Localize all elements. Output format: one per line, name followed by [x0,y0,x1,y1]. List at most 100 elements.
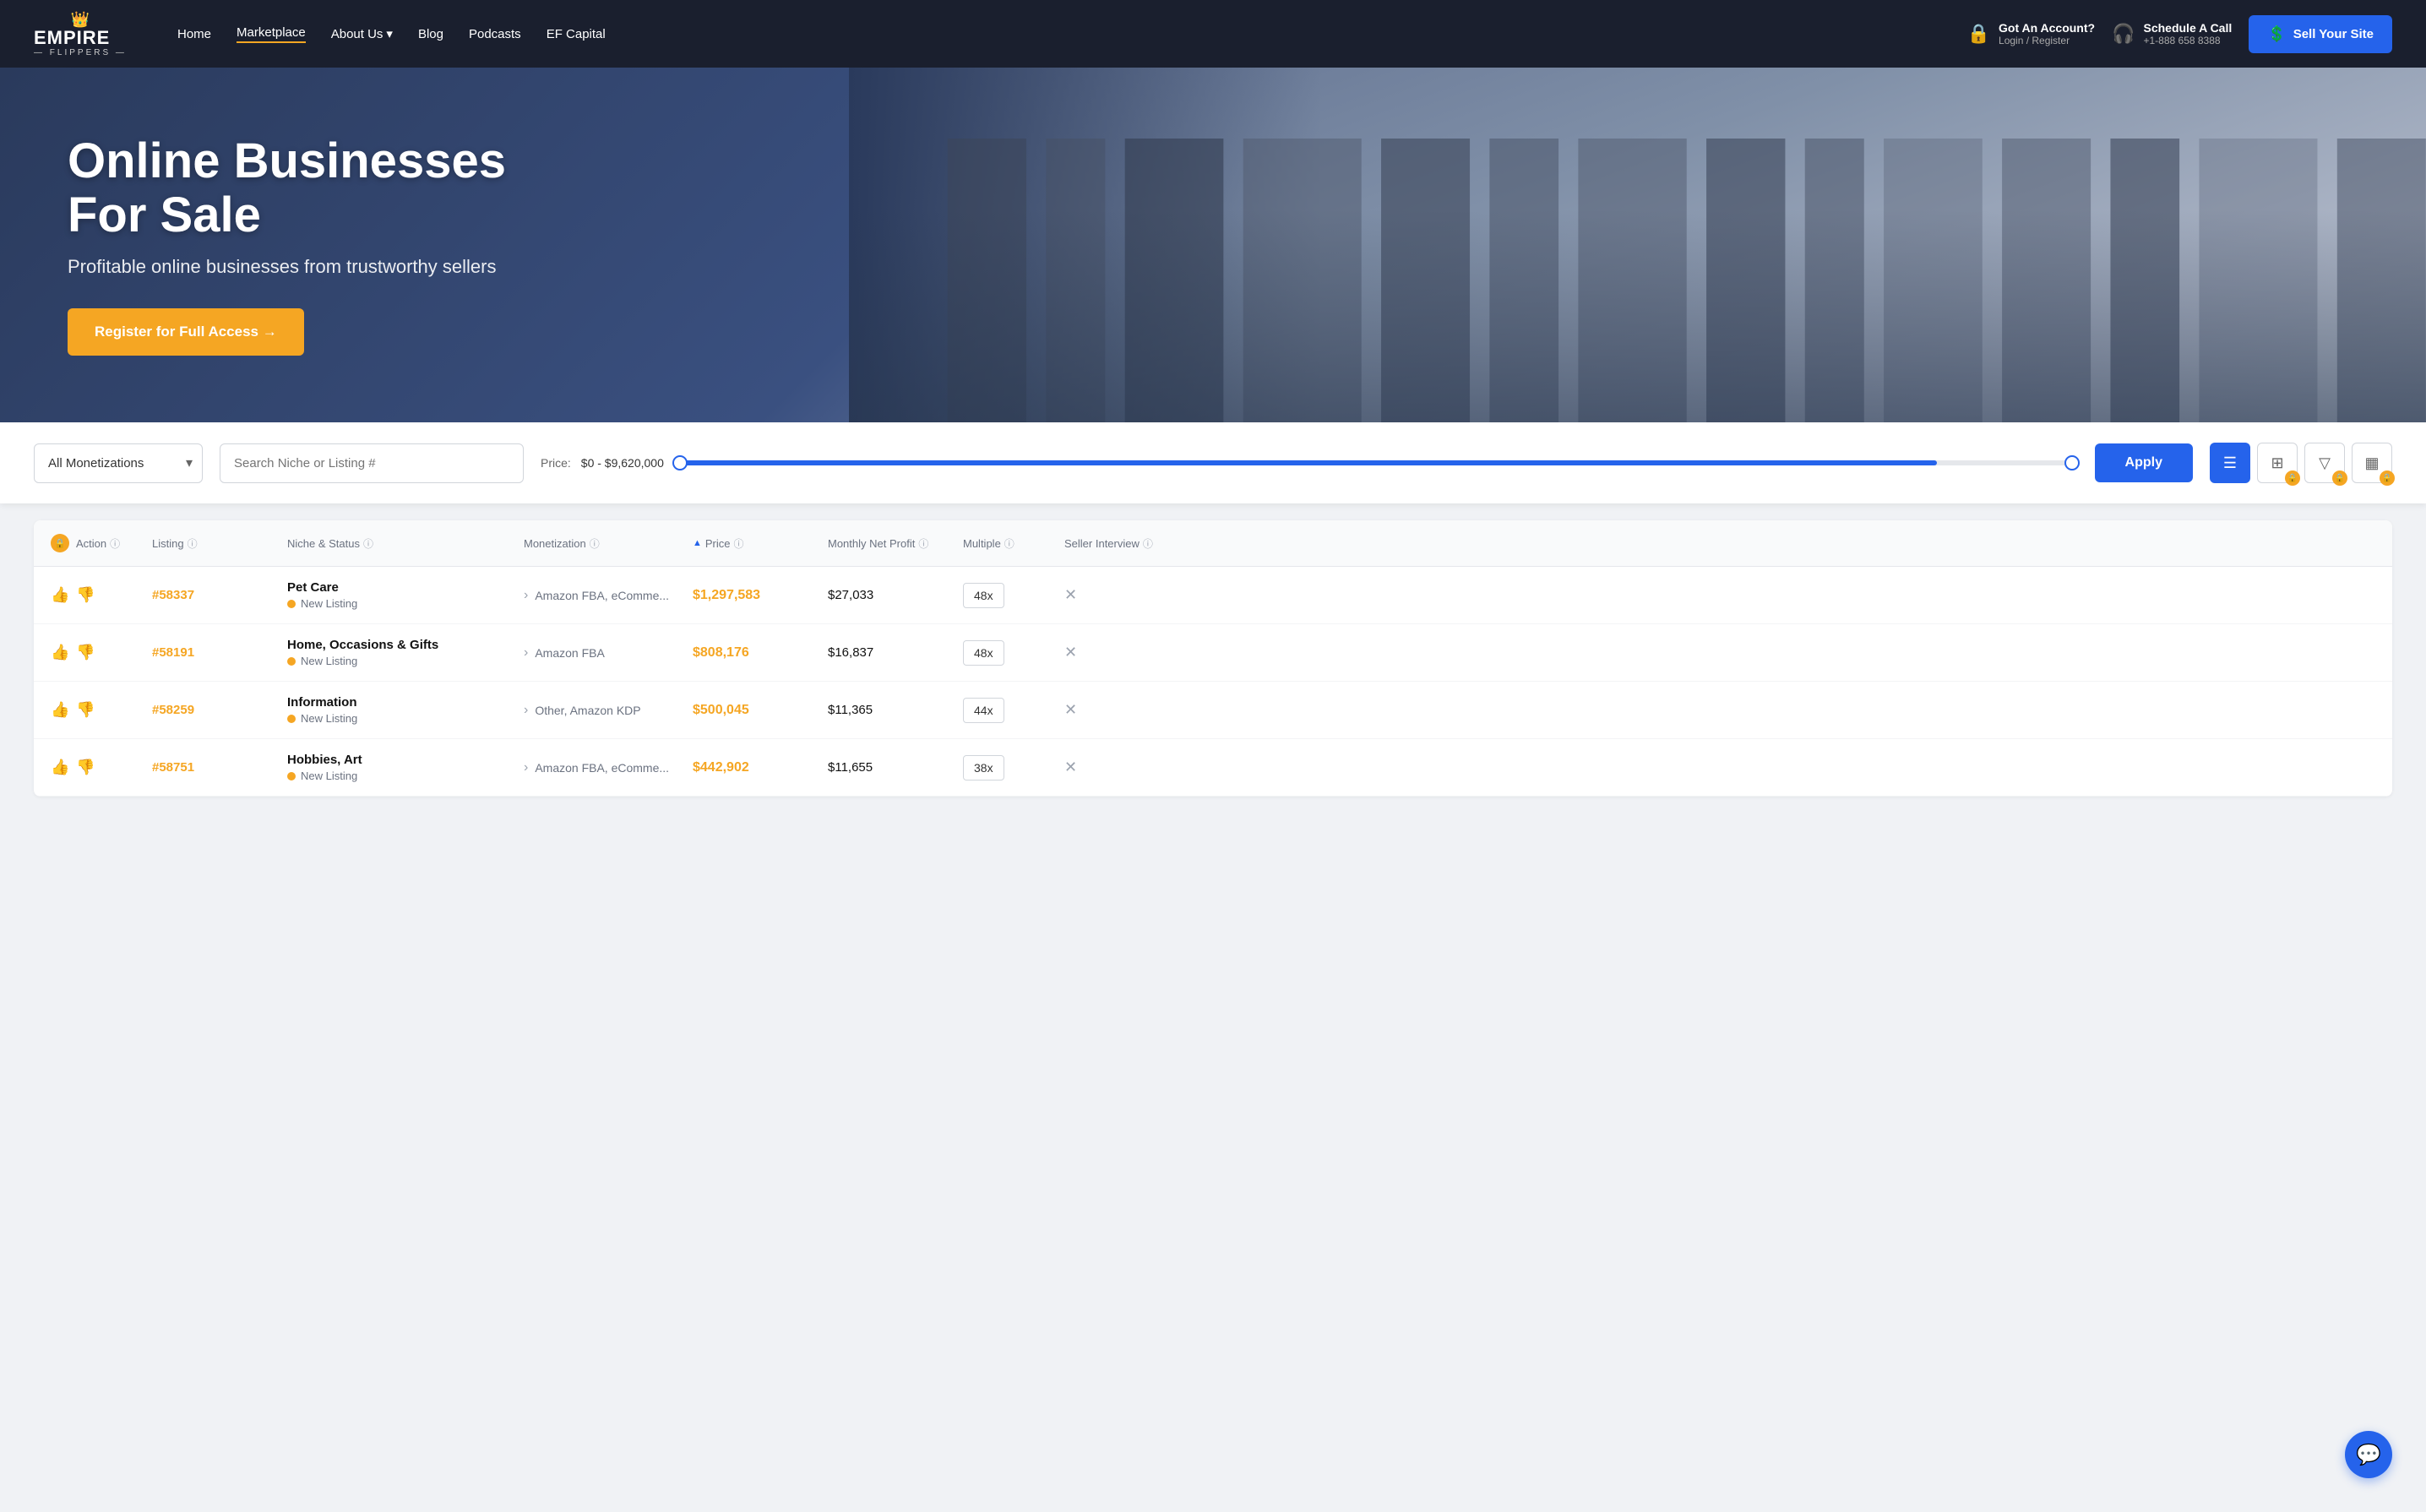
marketplace-table: 🔒 Action ⓘ Listing ⓘ Niche & Status ⓘ Mo… [34,520,2392,797]
logo-name: EMPIRE [34,27,110,48]
multiple-cell: 48x [963,583,1064,608]
chat-bubble-button[interactable]: 💬 [2345,1431,2392,1478]
listing-info-icon[interactable]: ⓘ [188,536,198,551]
interview-info-icon[interactable]: ⓘ [1143,536,1153,551]
profit-cell: $16,837 [828,645,963,660]
search-input[interactable] [220,443,524,483]
nav-blog[interactable]: Blog [418,27,443,41]
thumbdown-button[interactable]: 👎 [76,701,95,719]
expand-icon[interactable]: › [524,645,528,661]
listing-id[interactable]: #58191 [152,645,287,661]
account-subtitle: Login / Register [1999,35,2095,46]
row-actions: 👍 👎 [51,701,152,719]
th-price: ▲ Price ⓘ [693,534,828,552]
monetization-cell: › Amazon FBA, eComme... [524,760,693,775]
nav-links: Home Marketplace About Us ▾ Blog Podcast… [177,25,1942,43]
logo[interactable]: 👑 EMPIRE — FLIPPERS — [34,11,135,57]
thumbdown-button[interactable]: 👎 [76,586,95,604]
profit-info-icon[interactable]: ⓘ [918,536,928,551]
register-button[interactable]: Register for Full Access → [68,308,304,356]
profit-cell: $27,033 [828,588,963,602]
table-row: 👍 👎 #58337 Pet Care New Listing › Amazon… [34,567,2392,624]
price-info-icon[interactable]: ⓘ [734,536,744,551]
monetization-info-icon[interactable]: ⓘ [590,536,600,551]
monetization-cell: › Other, Amazon KDP [524,703,693,718]
action-lock-icon: 🔒 [51,534,69,552]
price-range-section: Price: $0 - $9,620,000 [541,456,2078,470]
price-range-slider[interactable] [674,460,2078,465]
chat-icon: 💬 [2356,1443,2381,1467]
multiple-cell: 48x [963,640,1064,666]
interview-cell: ✕ [1064,701,1199,719]
listing-id[interactable]: #58337 [152,588,287,603]
multiple-info-icon[interactable]: ⓘ [1004,536,1014,551]
interview-cell: ✕ [1064,644,1199,661]
nav-about[interactable]: About Us ▾ [331,26,393,41]
range-thumb-right[interactable] [2064,455,2080,470]
status-dot [287,715,296,723]
list-icon: ☰ [2223,454,2237,472]
price-cell: $442,902 [693,760,828,775]
city-skyline [849,139,2426,422]
monetization-select[interactable]: All Monetizations Amazon FBA eCommerce A… [34,443,203,483]
expand-icon[interactable]: › [524,703,528,718]
status-dot [287,600,296,608]
nav-podcasts[interactable]: Podcasts [469,27,521,41]
niche-cell: Information New Listing [287,695,524,725]
price-cell: $500,045 [693,703,828,718]
row-actions: 👍 👎 [51,586,152,604]
row-actions: 👍 👎 [51,644,152,661]
thumbup-button[interactable]: 👍 [51,759,69,776]
thumbup-button[interactable]: 👍 [51,586,69,604]
grid-icon: ⊞ [2271,454,2283,472]
hero-city-image [849,68,2426,422]
bar-icon: ▦ [2364,454,2379,472]
th-action: 🔒 Action ⓘ [51,534,152,552]
table-row: 👍 👎 #58751 Hobbies, Art New Listing › Am… [34,739,2392,797]
expand-icon[interactable]: › [524,588,528,603]
navbar: 👑 EMPIRE — FLIPPERS — Home Marketplace A… [0,0,2426,68]
th-listing: Listing ⓘ [152,534,287,552]
bar-view-button[interactable]: ▦ 🔒 [2352,443,2392,483]
th-multiple: Multiple ⓘ [963,534,1064,552]
profit-cell: $11,365 [828,703,963,717]
sell-your-site-button[interactable]: 💲 Sell Your Site [2249,15,2392,53]
table-row: 👍 👎 #58259 Information New Listing › Oth… [34,682,2392,739]
listing-id[interactable]: #58259 [152,703,287,718]
range-fill [674,460,1938,465]
thumbdown-button[interactable]: 👎 [76,644,95,661]
thumbup-button[interactable]: 👍 [51,701,69,719]
lock-icon: 🔒 [1967,23,1990,45]
thumbdown-button[interactable]: 👎 [76,759,95,776]
logo-crown-icon: 👑 [34,11,127,29]
nav-home[interactable]: Home [177,27,211,41]
niche-cell: Hobbies, Art New Listing [287,753,524,782]
nav-account[interactable]: 🔒 Got An Account? Login / Register [1967,21,2095,46]
nav-marketplace[interactable]: Marketplace [237,25,306,43]
hero-subtitle: Profitable online businesses from trustw… [68,256,524,278]
price-cell: $808,176 [693,645,828,661]
filter-view-button[interactable]: ▽ 🔒 [2304,443,2345,483]
bar-lock-icon: 🔒 [2380,470,2395,486]
listing-id[interactable]: #58751 [152,760,287,775]
niche-cell: Pet Care New Listing [287,580,524,610]
apply-button[interactable]: Apply [2095,443,2193,482]
table-row: 👍 👎 #58191 Home, Occasions & Gifts New L… [34,624,2392,682]
price-range-value: $0 - $9,620,000 [581,456,664,470]
th-niche: Niche & Status ⓘ [287,534,524,552]
price-label: Price: [541,456,571,470]
interview-cell: ✕ [1064,586,1199,604]
nav-ef-capital[interactable]: EF Capital [547,27,606,41]
multiple-cell: 44x [963,698,1064,723]
list-view-button[interactable]: ☰ [2210,443,2250,483]
range-thumb-left[interactable] [672,455,688,470]
grid-view-button[interactable]: ⊞ 🔒 [2257,443,2298,483]
hero-title: Online Businesses For Sale [68,134,524,242]
thumbup-button[interactable]: 👍 [51,644,69,661]
expand-icon[interactable]: › [524,760,528,775]
niche-info-icon[interactable]: ⓘ [363,536,373,551]
headset-icon: 🎧 [2112,23,2135,45]
nav-schedule[interactable]: 🎧 Schedule A Call +1-888 658 8388 [2112,21,2232,46]
action-info-icon[interactable]: ⓘ [110,536,120,551]
multiple-cell: 38x [963,755,1064,780]
